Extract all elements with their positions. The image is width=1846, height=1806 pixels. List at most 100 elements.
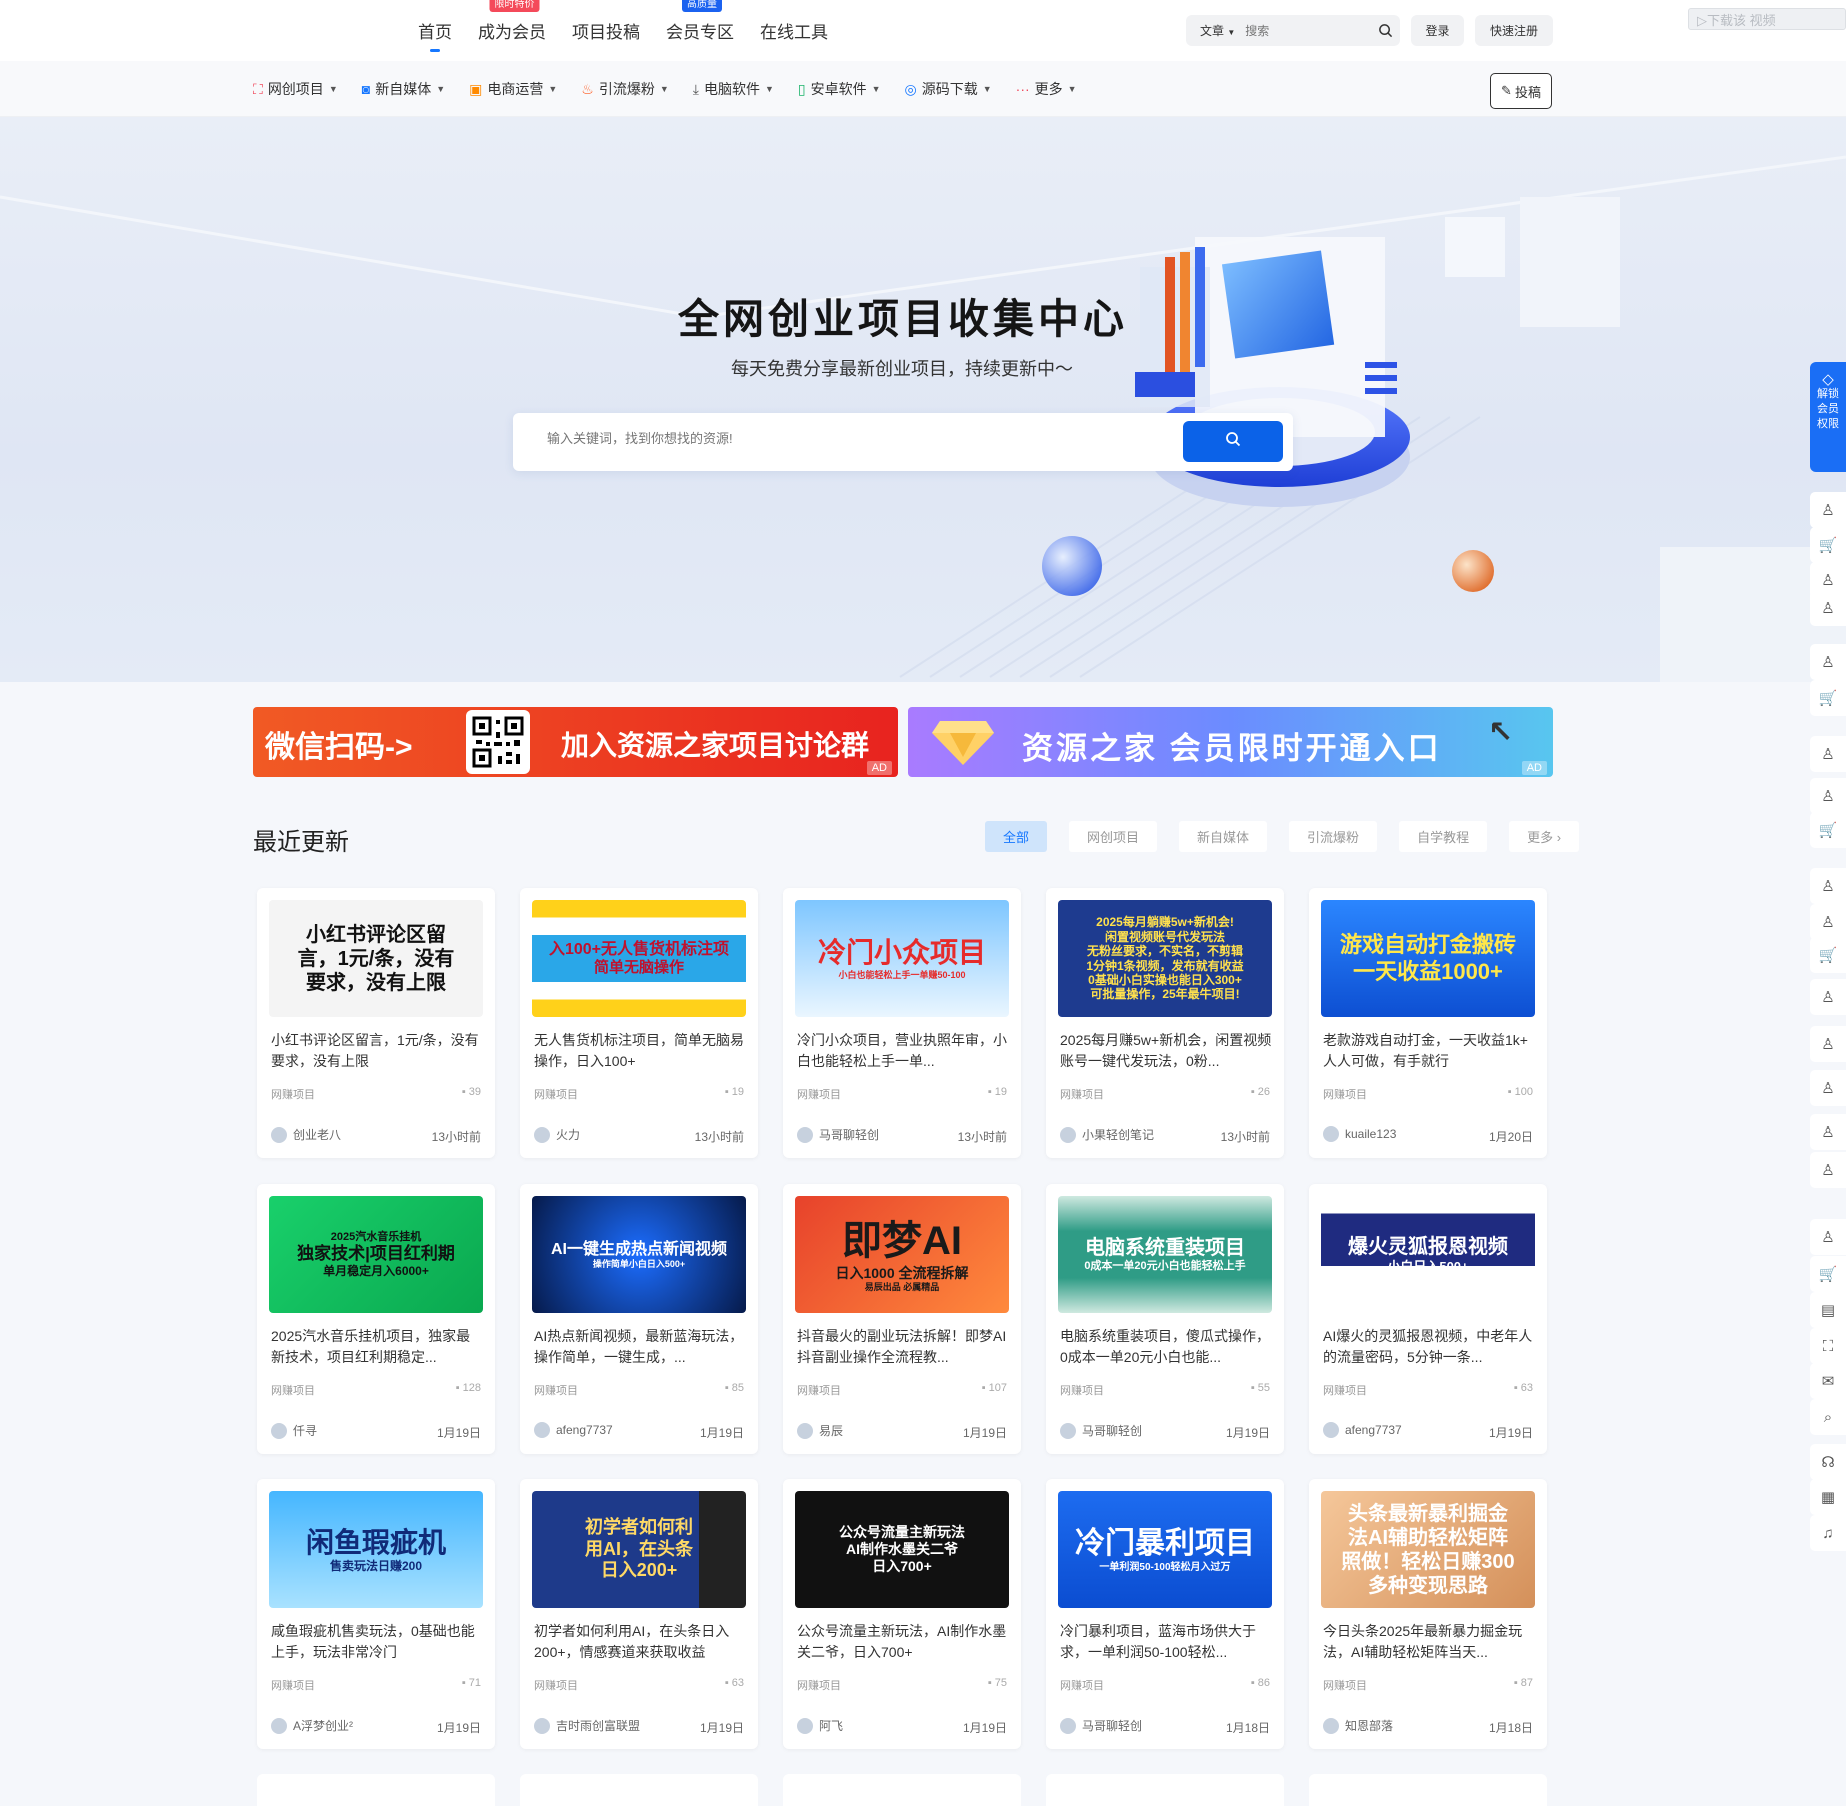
post-author[interactable]: afeng7737 bbox=[1323, 1422, 1402, 1438]
post-author[interactable]: 火力 bbox=[534, 1126, 580, 1143]
post-thumbnail[interactable]: 小红书评论区留 言，1元/条，没有 要求，没有上限 bbox=[269, 900, 483, 1017]
unlock-vip-button[interactable]: ◇ 解锁会员权限 bbox=[1810, 362, 1846, 472]
search-icon[interactable]: ⌕ bbox=[1810, 1399, 1846, 1435]
post-card-partial[interactable] bbox=[783, 1774, 1021, 1806]
post-card[interactable]: 头条最新暴利掘金 法AI辅助轻松矩阵 照做！轻松日赚300 多种变现思路 今日头条202… bbox=[1309, 1479, 1547, 1749]
hero-search-input[interactable] bbox=[547, 431, 1107, 446]
user-icon[interactable]: ♙ bbox=[1810, 979, 1846, 1015]
post-thumbnail[interactable]: AI一键生成热点新闻视频 操作简单小白日入500+ bbox=[532, 1196, 746, 1313]
category-android-software[interactable]: ▯ 安卓软件 ▼ bbox=[798, 79, 881, 99]
post-thumbnail[interactable]: 2025每月躺赚5w+新机会! 闲置视频账号代发玩法 无粉丝要求，不实名，不剪辑 1分… bbox=[1058, 900, 1272, 1017]
post-card[interactable]: 2025每月躺赚5w+新机会! 闲置视频账号代发玩法 无粉丝要求，不实名，不剪辑 1分… bbox=[1046, 888, 1284, 1158]
post-title[interactable]: 电脑系统重装项目，傻瓜式操作，0成本一单20元小白也能... bbox=[1060, 1326, 1272, 1368]
post-category-tag[interactable]: 网赚项目 bbox=[534, 1086, 578, 1102]
post-title[interactable]: AI爆火的灵狐报恩视频，中老年人的流量密码，5分钟一条... bbox=[1323, 1326, 1535, 1368]
post-card[interactable]: 冷门暴利项目 一单利润50-100轻松月入过万 冷门暴利项目，蓝海市场供大于求，一单… bbox=[1046, 1479, 1284, 1749]
post-author[interactable]: 阿飞 bbox=[797, 1717, 843, 1734]
post-author[interactable]: 马哥聊轻创 bbox=[1060, 1717, 1142, 1734]
post-author[interactable]: 易辰 bbox=[797, 1422, 843, 1439]
post-title[interactable]: 今日头条2025年最新暴力掘金玩法，AI辅助轻松矩阵当天... bbox=[1323, 1621, 1535, 1663]
post-thumbnail[interactable]: 冷门小众项目 小白也能轻松上手一单赚50-100 bbox=[795, 900, 1009, 1017]
post-title[interactable]: 小红书评论区留言，1元/条，没有要求，没有上限 bbox=[271, 1030, 483, 1072]
post-author[interactable]: 马哥聊轻创 bbox=[1060, 1422, 1142, 1439]
post-category-tag[interactable]: 网赚项目 bbox=[271, 1677, 315, 1693]
post-card[interactable]: 爆火灵狐报恩视频 小白日入500+ AI爆火的灵狐报恩视频，中老年人的流量密码，5分… bbox=[1309, 1184, 1547, 1454]
post-card[interactable]: 电脑系统重装项目 0成本一单20元小白也能轻松上手 电脑系统重装项目，傻瓜式操作，0… bbox=[1046, 1184, 1284, 1454]
post-category-tag[interactable]: 网赚项目 bbox=[534, 1677, 578, 1693]
post-category-tag[interactable]: 网赚项目 bbox=[271, 1086, 315, 1102]
post-title[interactable]: 无人售货机标注项目，简单无脑易操作，日入100+ bbox=[534, 1030, 746, 1072]
post-category-tag[interactable]: 网赚项目 bbox=[797, 1086, 841, 1102]
download-video-overlay[interactable]: ▷下载该 视频 bbox=[1688, 8, 1846, 30]
user-icon[interactable]: ♙ bbox=[1810, 1219, 1846, 1255]
user-icon[interactable]: ♙ bbox=[1810, 1026, 1846, 1062]
post-category-tag[interactable]: 网赚项目 bbox=[797, 1382, 841, 1398]
post-author[interactable]: 知恩部落 bbox=[1323, 1717, 1393, 1734]
post-author[interactable]: 吉时雨创富联盟 bbox=[534, 1717, 640, 1734]
nav-home[interactable]: 首页 bbox=[418, 18, 452, 52]
post-card[interactable]: 公众号流量主新玩法 AI制作水墨关二爷 日入700+ 公众号流量主新玩法，AI制作水墨… bbox=[783, 1479, 1021, 1749]
post-category-tag[interactable]: 网赚项目 bbox=[1060, 1677, 1104, 1693]
register-button[interactable]: 快速注册 bbox=[1475, 15, 1553, 46]
post-card[interactable]: 即梦AI 日入1000 全流程拆解 易辰出品 必属精品抖音最火的副业玩法拆解！即梦A… bbox=[783, 1184, 1021, 1454]
headset-icon[interactable]: ☊ bbox=[1810, 1444, 1846, 1480]
post-card-partial[interactable] bbox=[257, 1774, 495, 1806]
coupon-icon[interactable]: ▤ bbox=[1810, 1292, 1846, 1328]
tab-wangchuang[interactable]: 网创项目 bbox=[1069, 821, 1158, 852]
post-category-tag[interactable]: 网赚项目 bbox=[797, 1677, 841, 1693]
post-title[interactable]: 公众号流量主新玩法，AI制作水墨关二爷，日入700+ bbox=[797, 1621, 1009, 1663]
nav-become-member[interactable]: 限时特价 成为会员 bbox=[478, 0, 546, 43]
post-title[interactable]: 咸鱼瑕疵机售卖玩法，0基础也能上手，玩法非常冷门 bbox=[271, 1621, 483, 1663]
post-author[interactable]: A浮梦创业² bbox=[271, 1717, 353, 1734]
cart-icon[interactable]: 🛒 bbox=[1810, 1256, 1846, 1292]
post-category-tag[interactable]: 网赚项目 bbox=[271, 1382, 315, 1398]
post-thumbnail[interactable]: 即梦AI 日入1000 全流程拆解 易辰出品 必属精品 bbox=[795, 1196, 1009, 1313]
post-card[interactable]: 2025汽水音乐挂机 独家技术|项目红利期 单月稳定月入6000+ 2025汽水音乐挂… bbox=[257, 1184, 495, 1454]
post-card-partial[interactable] bbox=[520, 1774, 758, 1806]
post-author[interactable]: 小果轻创笔记 bbox=[1060, 1126, 1154, 1143]
post-title[interactable]: 2025汽水音乐挂机项目，独家最新技术，项目红利期稳定... bbox=[271, 1326, 483, 1368]
gift-icon[interactable]: ⛶ bbox=[1810, 1328, 1846, 1364]
bell-icon[interactable]: ♫ bbox=[1810, 1515, 1846, 1551]
post-author[interactable]: afeng7737 bbox=[534, 1422, 613, 1438]
nav-submit-project[interactable]: 项目投稿 bbox=[572, 18, 640, 43]
user-icon[interactable]: ♙ bbox=[1810, 904, 1846, 940]
post-category-tag[interactable]: 网赚项目 bbox=[1060, 1382, 1104, 1398]
post-card[interactable]: 闲鱼瑕疵机 售卖玩法日赚200 咸鱼瑕疵机售卖玩法，0基础也能上手，玩法非常冷门 网赚… bbox=[257, 1479, 495, 1749]
user-icon[interactable]: ♙ bbox=[1810, 644, 1846, 680]
post-title[interactable]: 2025每月赚5w+新机会，闲置视频账号一键代发玩法，0粉... bbox=[1060, 1030, 1272, 1072]
post-thumbnail[interactable]: 爆火灵狐报恩视频 小白日入500+ bbox=[1321, 1196, 1535, 1313]
login-button[interactable]: 登录 bbox=[1411, 15, 1464, 46]
post-title[interactable]: AI热点新闻视频，最新蓝海玩法，操作简单，一键生成，... bbox=[534, 1326, 746, 1368]
post-button[interactable]: ✎ 投稿 bbox=[1490, 73, 1552, 109]
post-title[interactable]: 冷门小众项目，营业执照年审，小白也能轻松上手一单... bbox=[797, 1030, 1009, 1072]
post-title[interactable]: 抖音最火的副业玩法拆解！即梦AI抖音副业操作全流程教... bbox=[797, 1326, 1009, 1368]
tab-more[interactable]: 更多 › bbox=[1509, 821, 1580, 852]
qr-code-icon[interactable]: ▦ bbox=[1810, 1479, 1846, 1515]
category-traffic[interactable]: ♨ 引流爆粉 ▼ bbox=[581, 79, 668, 99]
user-icon[interactable]: ♙ bbox=[1810, 492, 1846, 528]
post-card[interactable]: 冷门小众项目 小白也能轻松上手一单赚50-100 冷门小众项目，营业执照年审，小白也… bbox=[783, 888, 1021, 1158]
post-category-tag[interactable]: 网赚项目 bbox=[1323, 1382, 1367, 1398]
cart-icon[interactable]: 🛒 bbox=[1810, 937, 1846, 973]
tab-new-media[interactable]: 新自媒体 bbox=[1179, 821, 1268, 852]
post-card[interactable]: AI一键生成热点新闻视频 操作简单小白日入500+ AI热点新闻视频，最新蓝海玩法，… bbox=[520, 1184, 758, 1454]
header-search-input[interactable] bbox=[1245, 23, 1370, 38]
post-author[interactable]: kuaile123 bbox=[1323, 1126, 1396, 1142]
tab-tutorials[interactable]: 自学教程 bbox=[1399, 821, 1488, 852]
hero-search-button[interactable] bbox=[1183, 421, 1283, 462]
post-category-tag[interactable]: 网赚项目 bbox=[1060, 1086, 1104, 1102]
post-category-tag[interactable]: 网赚项目 bbox=[1323, 1677, 1367, 1693]
post-title[interactable]: 老款游戏自动打金，一天收益1k+ 人人可做，有手就行 bbox=[1323, 1030, 1535, 1072]
category-ecommerce[interactable]: ▣ 电商运营 ▼ bbox=[469, 79, 557, 99]
mail-icon[interactable]: ✉ bbox=[1810, 1363, 1846, 1399]
tab-all[interactable]: 全部 bbox=[985, 821, 1048, 852]
post-author[interactable]: 仟寻 bbox=[271, 1422, 317, 1439]
user-icon[interactable]: ♙ bbox=[1810, 1070, 1846, 1106]
user-icon[interactable]: ♙ bbox=[1810, 736, 1846, 772]
user-icon[interactable]: ♙ bbox=[1810, 590, 1846, 626]
post-author[interactable]: 马哥聊轻创 bbox=[797, 1126, 879, 1143]
post-title[interactable]: 冷门暴利项目，蓝海市场供大于求，一单利润50-100轻松... bbox=[1060, 1621, 1272, 1663]
post-author[interactable]: 创业老八 bbox=[271, 1126, 341, 1143]
post-title[interactable]: 初学者如何利用AI，在头条日入200+，情感赛道来获取收益 bbox=[534, 1621, 746, 1663]
